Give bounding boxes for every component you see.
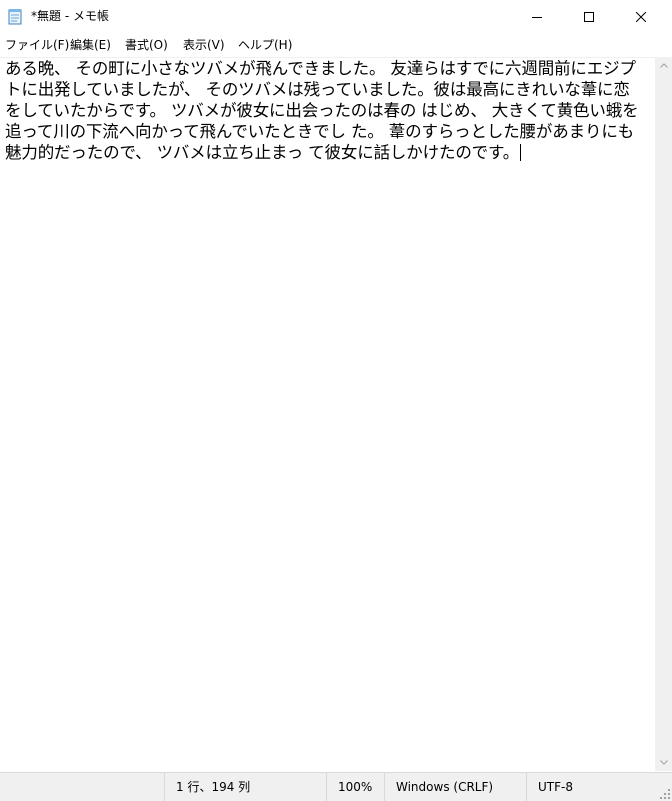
menu-edit[interactable]: 編集(E) <box>70 37 111 53</box>
window-title: *無題 - メモ帳 <box>31 9 109 23</box>
editor-content[interactable]: ある晩、 その町に小さなツバメが飛んできました。 友達らはすでに六週間前にエジプ… <box>5 58 645 163</box>
zoom-level: 100% <box>326 773 384 801</box>
close-button[interactable] <box>618 0 664 33</box>
scroll-up-button[interactable] <box>655 57 672 74</box>
menu-view[interactable]: 表示(V) <box>183 37 225 53</box>
menu-file[interactable]: ファイル(F) <box>5 37 69 53</box>
minimize-button[interactable] <box>514 0 560 33</box>
chevron-up-icon <box>659 63 668 68</box>
chevron-down-icon <box>659 760 668 765</box>
maximize-button[interactable] <box>566 0 612 33</box>
text-caret <box>520 144 522 161</box>
scroll-down-button[interactable] <box>655 754 672 771</box>
notepad-icon <box>8 9 22 25</box>
encoding: UTF-8 <box>526 773 672 801</box>
line-ending: Windows (CRLF) <box>384 773 526 801</box>
title-bar[interactable]: *無題 - メモ帳 <box>0 0 672 33</box>
editor-text: ある晩、 その町に小さなツバメが飛んできました。 友達らはすでに六週間前にエジプ… <box>5 59 639 162</box>
status-bar: 1 行、194 列 100% Windows (CRLF) UTF-8 <box>0 772 672 801</box>
resize-grip-icon[interactable] <box>660 789 670 799</box>
menu-format[interactable]: 書式(O) <box>125 37 168 53</box>
vertical-scrollbar[interactable] <box>655 57 672 771</box>
menu-bar: ファイル(F) 編集(E) 書式(O) 表示(V) ヘルプ(H) <box>0 33 672 57</box>
minimize-icon <box>532 16 542 18</box>
cursor-position: 1 行、194 列 <box>164 773 326 801</box>
text-editor[interactable]: ある晩、 その町に小さなツバメが飛んできました。 友達らはすでに六週間前にエジプ… <box>0 57 672 772</box>
maximize-icon <box>584 11 594 22</box>
close-icon <box>636 11 646 22</box>
menu-help[interactable]: ヘルプ(H) <box>238 37 292 53</box>
